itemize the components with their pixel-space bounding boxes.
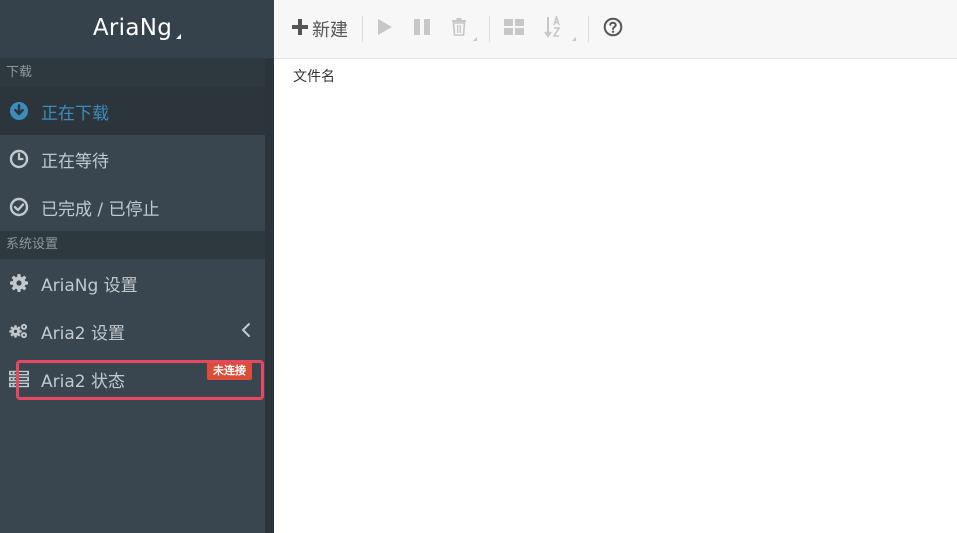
arrow-circle-down-icon: [9, 101, 29, 121]
help-button[interactable]: [593, 9, 633, 49]
sidebar-item-aria2-settings[interactable]: Aria2 设置: [0, 307, 265, 355]
brand-header[interactable]: AriaNg: [0, 0, 274, 59]
check-circle-icon: [9, 197, 29, 217]
toolbar-divider: [588, 16, 589, 42]
sidebar-item-waiting[interactable]: 正在等待: [0, 135, 265, 183]
toolbar: 新建: [274, 0, 957, 59]
sidebar-item-aria2-status[interactable]: Aria2 状态 未连接: [0, 355, 265, 403]
sidebar-item-stopped[interactable]: 已完成 / 已停止: [0, 183, 265, 231]
brand-caret-icon: [176, 33, 182, 39]
section-header-settings: 系统设置: [0, 231, 265, 259]
sort-alpha-icon: [544, 13, 566, 43]
server-icon: [9, 369, 29, 389]
gears-icon: [9, 321, 29, 341]
sidebar-item-label: Aria2 设置: [41, 323, 125, 344]
pause-button[interactable]: [403, 9, 441, 49]
new-task-button[interactable]: 新建: [274, 9, 358, 49]
help-icon: [603, 17, 623, 42]
grid-icon: [504, 18, 524, 40]
caret-icon: [572, 37, 576, 41]
sidebar-item-label: AriaNg 设置: [41, 275, 138, 296]
trash-icon: [451, 17, 467, 41]
sidebar: AriaNg 下载 正在下载 正在等待 已完成 / 已停止 系统设置 AriaN…: [0, 0, 274, 533]
delete-button[interactable]: [441, 9, 485, 49]
toolbar-divider: [362, 16, 363, 42]
chevron-left-icon: [241, 322, 251, 343]
new-task-label: 新建: [312, 20, 348, 41]
sort-button[interactable]: [534, 9, 584, 49]
sidebar-scrollbar[interactable]: [265, 59, 274, 533]
toolbar-divider: [489, 16, 490, 42]
sidebar-item-label: Aria2 状态: [41, 371, 125, 392]
plus-icon: [292, 18, 308, 40]
status-badge: 未连接: [207, 362, 252, 380]
ariang-app: AriaNg 下载 正在下载 正在等待 已完成 / 已停止 系统设置 AriaN…: [0, 0, 957, 533]
sidebar-item-label: 已完成 / 已停止: [41, 199, 160, 220]
section-header-downloads: 下载: [0, 59, 265, 87]
caret-icon: [473, 37, 477, 41]
gear-icon: [9, 273, 29, 293]
sidebar-item-downloading[interactable]: 正在下载: [0, 87, 265, 135]
start-button[interactable]: [367, 9, 403, 49]
column-header-filename[interactable]: 文件名: [293, 66, 335, 86]
clock-icon: [9, 149, 29, 169]
sidebar-item-label: 正在下载: [41, 103, 109, 124]
brand-title: AriaNg: [92, 15, 173, 41]
sidebar-item-label: 正在等待: [41, 151, 109, 172]
play-icon: [377, 18, 393, 41]
pause-icon: [413, 18, 431, 41]
display-mode-button[interactable]: [494, 9, 534, 49]
task-list-area: 文件名: [274, 59, 957, 533]
sidebar-item-ariang-settings[interactable]: AriaNg 设置: [0, 259, 265, 307]
